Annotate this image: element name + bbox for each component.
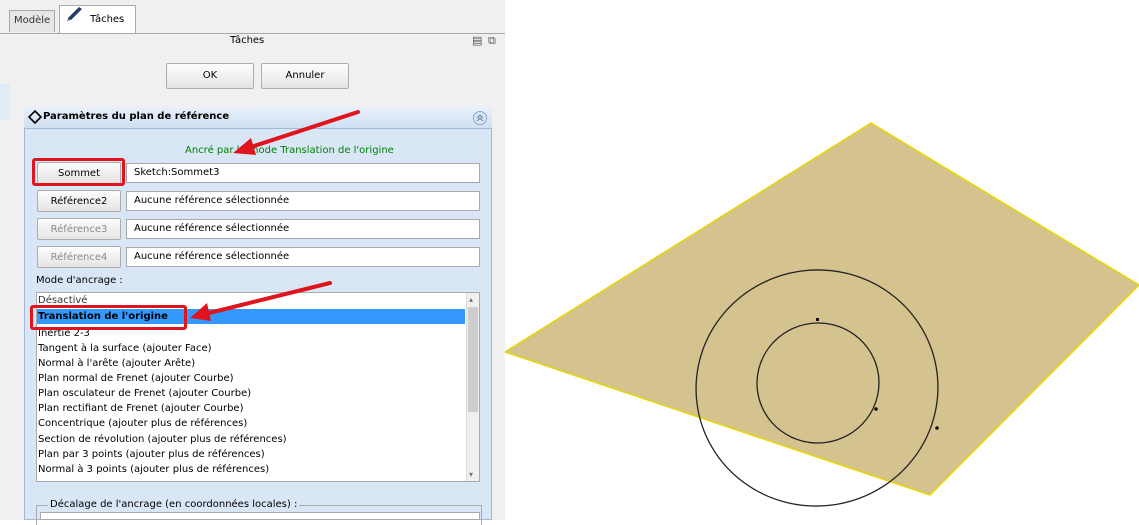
sketch-point[interactable] <box>935 426 939 430</box>
annotation-arrows <box>190 110 360 321</box>
sketch-point[interactable] <box>816 318 819 321</box>
3d-scene[interactable] <box>505 0 1139 520</box>
datum-plane[interactable] <box>505 122 1139 496</box>
sketch-point[interactable] <box>874 407 878 411</box>
